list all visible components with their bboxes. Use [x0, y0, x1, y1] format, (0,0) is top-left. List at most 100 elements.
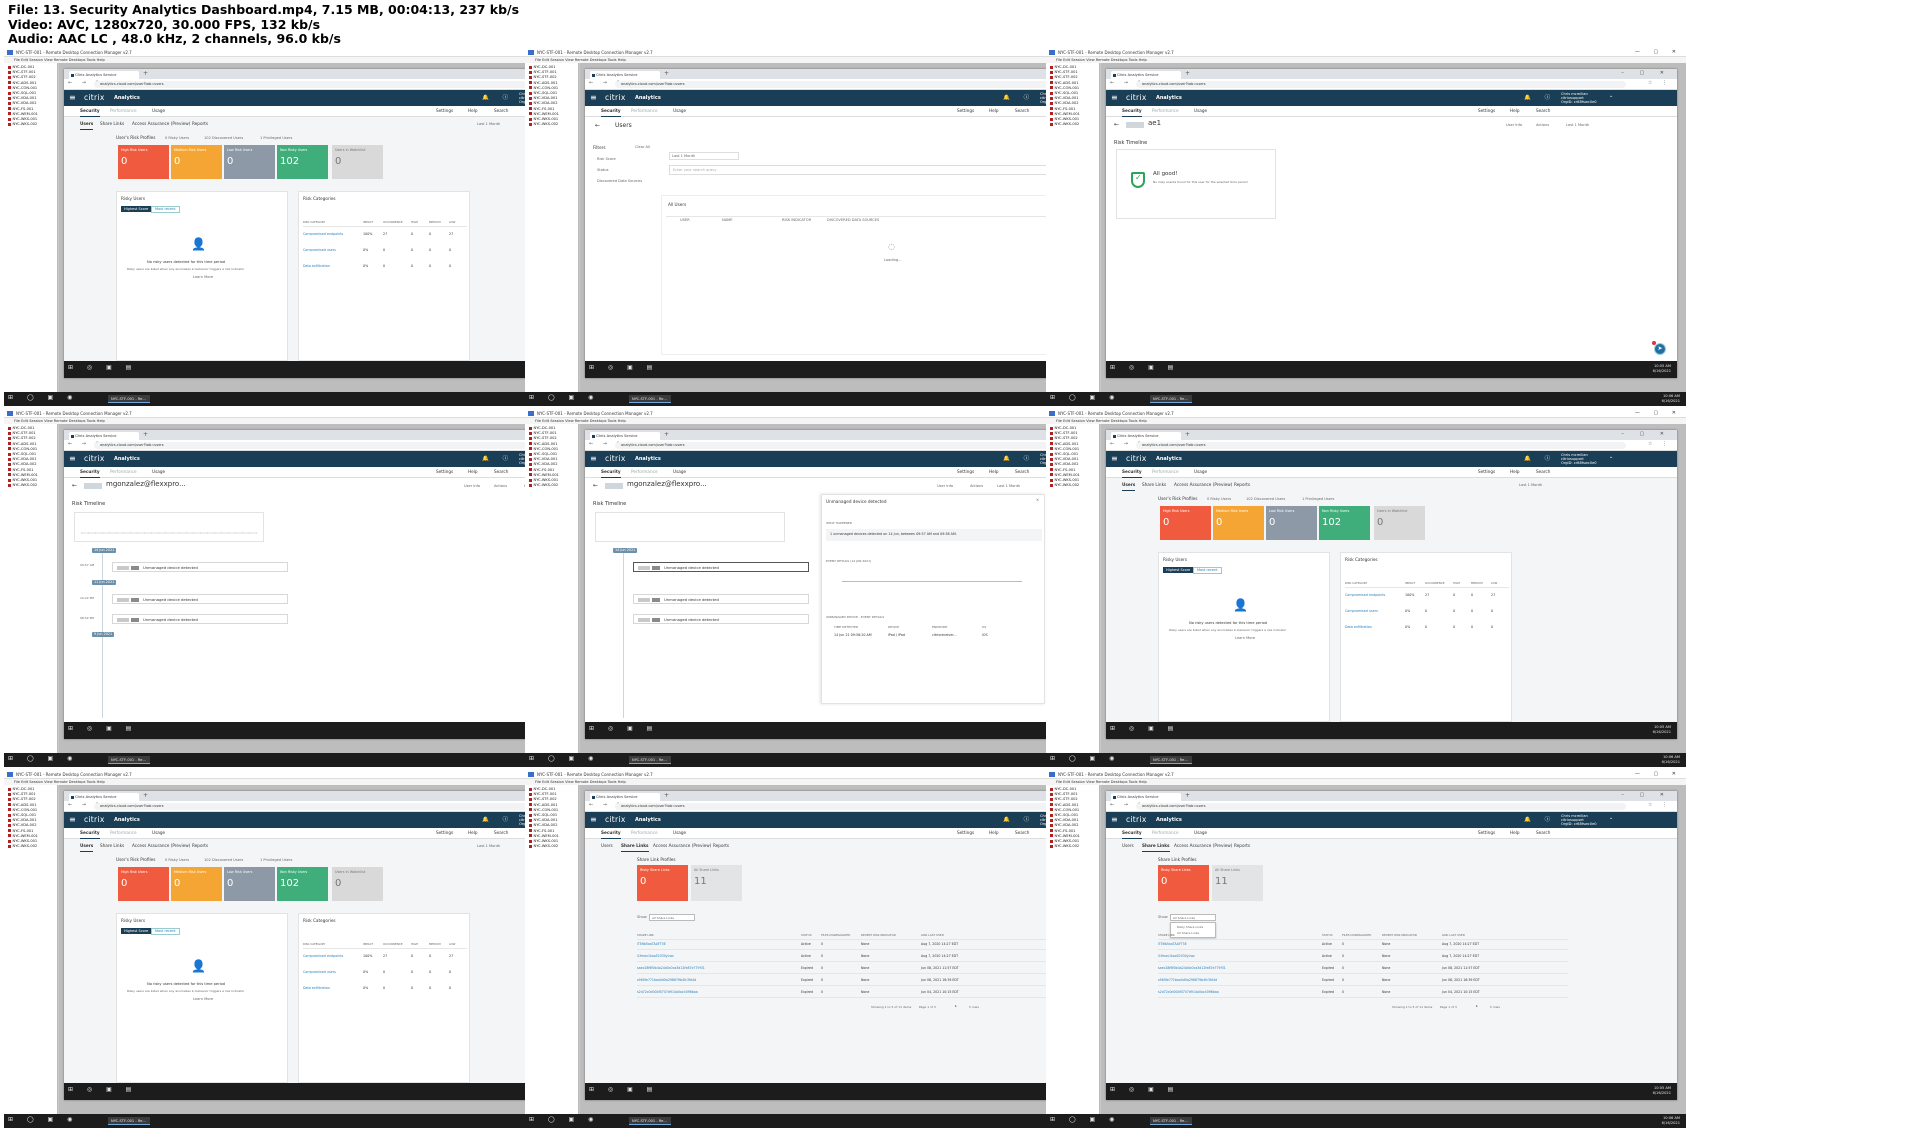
nav-help[interactable]: Help [468, 467, 478, 477]
risk-card[interactable]: High Risk Users 0 [118, 145, 169, 179]
host-taskbar-icons[interactable]: ⊞ ◯ ▣ ◉ [529, 755, 599, 762]
address-bar[interactable]: analytics.cloud.com/user?tab=users [94, 81, 584, 88]
host-task-button[interactable]: NYC-STF-001 - Re... [629, 756, 671, 764]
risk-card[interactable]: Non Risky Users 102 [277, 145, 328, 179]
host-taskbar-icons[interactable]: ⊞ ◯ ▣ ◉ [1050, 755, 1120, 762]
new-tab-icon[interactable]: + [143, 70, 148, 77]
nav-usage[interactable]: Usage [1194, 106, 1207, 116]
nav-performance[interactable]: Performance [1152, 467, 1179, 477]
nav-performance[interactable]: Performance [110, 467, 137, 477]
share-col-header[interactable]: LINK LAST USED [921, 933, 944, 938]
new-tab-icon[interactable]: + [664, 70, 669, 77]
address-bar[interactable]: analytics.cloud.com/user?tab=users [615, 442, 1105, 449]
notification-help-icons[interactable]: 🔔 ⓘ [1524, 453, 1556, 465]
address-bar[interactable]: analytics.cloud.com/user?tab=users [1136, 81, 1626, 88]
nav-search[interactable]: Search [1536, 828, 1550, 838]
inner-taskbar-icons[interactable]: ⊞ ◎ ▣ ▤ [589, 364, 658, 371]
nav-security[interactable]: Security [80, 467, 100, 478]
hamburger-icon[interactable]: ≡ [69, 453, 76, 465]
next-page-icon[interactable]: ▸ [1476, 1004, 1478, 1009]
nav-security[interactable]: Security [1122, 106, 1142, 117]
host-task-button[interactable]: NYC-STF-001 - Re... [1150, 1117, 1192, 1125]
hamburger-icon[interactable]: ≡ [1111, 92, 1118, 104]
risk-category-link[interactable]: Compromised users [303, 248, 336, 253]
subtab-share-links[interactable]: Share Links [100, 119, 124, 129]
nav-search[interactable]: Search [494, 106, 508, 116]
share-link-cell[interactable]: iTE6b5oaTAAFT5E [637, 942, 666, 947]
cat-col-header[interactable]: RISK CATEGORY [303, 220, 325, 225]
server-tree-item[interactable]: NYC-WKS-002 [529, 483, 578, 488]
most-recent-button[interactable]: Most recent [1193, 567, 1222, 574]
nav-usage[interactable]: Usage [673, 828, 686, 838]
cat-col-header[interactable]: RISK CATEGORY [303, 942, 325, 947]
risk-card[interactable]: Low Risk Users 0 [224, 145, 275, 179]
browser-window-controls-icon[interactable]: – ▢ ✕ [1621, 792, 1671, 798]
share-filter-dropdown[interactable]: Risky Share Links All Share Links [1170, 922, 1216, 938]
col-name[interactable]: NAME [722, 218, 733, 223]
user-search-input[interactable]: Enter your search query [669, 165, 1064, 175]
discovered-users-link[interactable]: 102 Discovered Users [204, 136, 243, 141]
nav-security[interactable]: Security [601, 467, 621, 478]
risky-users-link[interactable]: 0 Risky Users [165, 858, 189, 863]
share-link-cell[interactable]: s2d72c0d004f0707d914a0ac4096baa [1158, 990, 1219, 995]
host-task-button[interactable]: NYC-STF-001 - Re... [108, 1117, 150, 1125]
back-arrow-icon[interactable]: ← [593, 483, 598, 489]
nav-help[interactable]: Help [1510, 106, 1520, 116]
nav-performance[interactable]: Performance [1152, 828, 1179, 838]
event-row-1[interactable]: Unmanaged device detected [112, 562, 288, 572]
nav-settings[interactable]: Settings [957, 467, 974, 477]
window-controls-icon[interactable]: — ▢ ✕ [1635, 48, 1682, 57]
server-tree[interactable]: NYC-DC-001 NYC-STF-001 NYC-STF-002 NYC-ADS-… [1046, 424, 1100, 753]
cat-col-header[interactable]: RISK CATEGORY [1345, 581, 1367, 586]
address-bar[interactable]: analytics.cloud.com/user?tab=users [1136, 442, 1626, 449]
server-tree[interactable]: NYC-DC-001 NYC-STF-001 NYC-STF-002 NYC-ADS-… [525, 785, 579, 1114]
nav-search[interactable]: Search [1015, 467, 1029, 477]
discovered-users-link[interactable]: 102 Discovered Users [204, 858, 243, 863]
nav-performance[interactable]: Performance [631, 106, 658, 116]
cat-col-header[interactable]: HIGH [411, 942, 418, 947]
rows-select[interactable]: 5 rows [1490, 1005, 1500, 1010]
new-tab-icon[interactable]: + [1185, 792, 1190, 799]
user-info-link[interactable]: User Info [1506, 123, 1522, 128]
browser-window-controls-icon[interactable]: – ▢ ✕ [1621, 70, 1671, 76]
inner-taskbar-icons[interactable]: ⊞ ◎ ▣ ▤ [68, 364, 137, 371]
cat-col-header[interactable]: IMPACT [363, 220, 373, 225]
new-tab-icon[interactable]: + [143, 792, 148, 799]
host-task-button[interactable]: NYC-STF-001 - Re... [1150, 756, 1192, 764]
inner-taskbar-icons[interactable]: ⊞ ◎ ▣ ▤ [1110, 364, 1179, 371]
share-link-cell[interactable]: i1fmav1koo52030yLwz [637, 954, 674, 959]
browser-tab[interactable]: Citrix Analytics Service [69, 432, 139, 440]
risk-category-link[interactable]: Compromised users [1345, 609, 1378, 614]
server-tree[interactable]: NYC-DC-001 NYC-STF-001 NYC-STF-002 NYC-ADS-… [525, 63, 579, 392]
subtab-share-links[interactable]: Share Links [1142, 841, 1170, 852]
inner-taskbar-icons[interactable]: ⊞ ◎ ▣ ▤ [589, 725, 658, 732]
new-tab-icon[interactable]: + [664, 431, 669, 438]
host-taskbar-icons[interactable]: ⊞ ◯ ▣ ◉ [1050, 394, 1120, 401]
nav-settings[interactable]: Settings [436, 106, 453, 116]
host-task-button[interactable]: NYC-STF-001 - Re... [108, 756, 150, 764]
notification-help-icons[interactable]: 🔔 ⓘ [1003, 453, 1035, 465]
col-data-sources[interactable]: DISCOVERED DATA SOURCES [827, 218, 879, 223]
nav-search[interactable]: Search [1015, 828, 1029, 838]
risk-sparkline[interactable] [74, 512, 264, 542]
host-taskbar-icons[interactable]: ⊞ ◯ ▣ ◉ [8, 1116, 78, 1123]
risk-card[interactable]: High Risk Users 0 [1160, 506, 1211, 540]
host-task-button[interactable]: NYC-STF-001 - Re... [1150, 395, 1192, 403]
subtab-access-assurance[interactable]: Access Assurance (Preview) [132, 841, 190, 851]
event-row-3[interactable]: Unmanaged device detected [112, 614, 288, 624]
new-tab-icon[interactable]: + [664, 792, 669, 799]
last-month-select[interactable]: Last 1 Month [477, 122, 500, 127]
address-bar[interactable]: analytics.cloud.com/user?tab=users [615, 803, 1105, 810]
host-taskbar-icons[interactable]: ⊞ ◯ ▣ ◉ [8, 394, 78, 401]
nav-usage[interactable]: Usage [152, 828, 165, 838]
window-controls-icon[interactable]: — ▢ ✕ [1635, 770, 1682, 779]
nav-help[interactable]: Help [468, 106, 478, 116]
subtab-reports[interactable]: Reports [1234, 841, 1250, 851]
privileged-users-link[interactable]: 1 Privileged Users [1302, 497, 1334, 502]
nav-help[interactable]: Help [989, 106, 999, 116]
filter-data-sources[interactable]: Discovered Data Sources [597, 179, 642, 184]
share-col-header[interactable]: SHARE LINK [637, 933, 654, 938]
cat-col-header[interactable]: LOW [1491, 581, 1497, 586]
user-menu[interactable]: Chris mcmillancitrixsupportOrgID: cr68fs… [1561, 453, 1613, 466]
subtab-access-assurance[interactable]: Access Assurance (Preview) [1174, 841, 1232, 851]
